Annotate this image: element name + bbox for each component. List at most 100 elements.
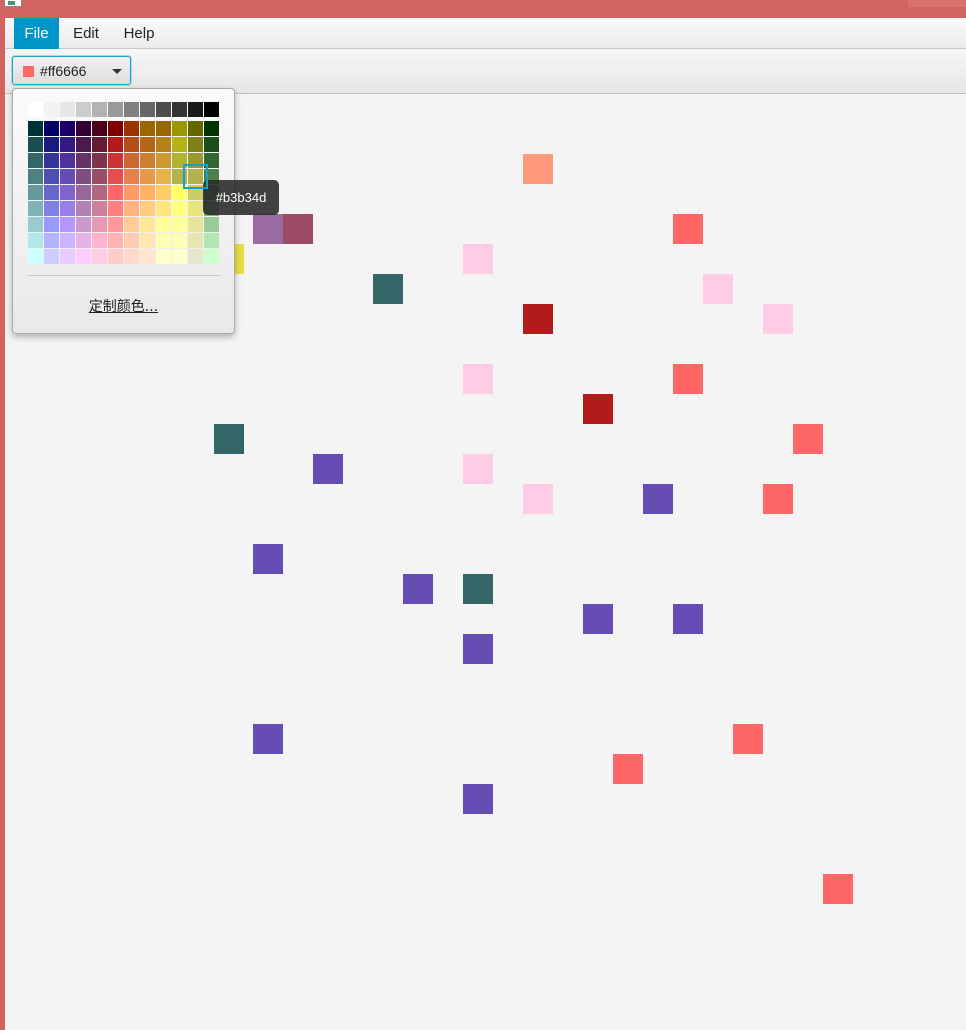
- palette-color-cell[interactable]: [44, 137, 59, 152]
- palette-color-cell[interactable]: [108, 137, 123, 152]
- palette-color-cell[interactable]: [28, 169, 43, 184]
- palette-color-cell[interactable]: [188, 185, 203, 200]
- palette-color-cell[interactable]: [188, 153, 203, 168]
- palette-color-cell[interactable]: [76, 137, 91, 152]
- palette-color-cell[interactable]: [92, 185, 107, 200]
- palette-color-cell[interactable]: [156, 249, 171, 264]
- palette-color-cell[interactable]: [156, 201, 171, 216]
- palette-color-cell[interactable]: [204, 102, 219, 117]
- palette-color-cell[interactable]: [44, 102, 59, 117]
- palette-color-cell[interactable]: [188, 121, 203, 136]
- custom-color-link[interactable]: 定制颜色...: [13, 296, 234, 316]
- palette-color-cell[interactable]: [172, 233, 187, 248]
- palette-color-cell[interactable]: [108, 217, 123, 232]
- palette-color-cell[interactable]: [204, 233, 219, 248]
- palette-color-cell[interactable]: [172, 217, 187, 232]
- palette-color-cell[interactable]: [76, 102, 91, 117]
- palette-color-cell[interactable]: [44, 185, 59, 200]
- palette-color-cell[interactable]: [140, 201, 155, 216]
- palette-color-cell[interactable]: [124, 233, 139, 248]
- palette-color-cell[interactable]: [124, 249, 139, 264]
- palette-color-cell[interactable]: [204, 121, 219, 136]
- palette-color-cell[interactable]: [44, 249, 59, 264]
- palette-color-cell[interactable]: [44, 121, 59, 136]
- palette-color-cell[interactable]: [76, 185, 91, 200]
- palette-color-cell[interactable]: [172, 102, 187, 117]
- menu-file[interactable]: File: [14, 18, 59, 49]
- palette-color-cell[interactable]: [188, 201, 203, 216]
- palette-color-cell[interactable]: [172, 153, 187, 168]
- palette-color-cell[interactable]: [140, 249, 155, 264]
- palette-color-cell[interactable]: [92, 233, 107, 248]
- palette-color-cell[interactable]: [156, 185, 171, 200]
- palette-color-cell[interactable]: [183, 164, 208, 189]
- color-picker-button[interactable]: #ff6666: [12, 56, 131, 85]
- palette-color-cell[interactable]: [60, 249, 75, 264]
- palette-color-cell[interactable]: [92, 249, 107, 264]
- palette-color-cell[interactable]: [124, 217, 139, 232]
- palette-color-cell[interactable]: [124, 102, 139, 117]
- window-control-button[interactable]: [908, 0, 966, 7]
- palette-color-cell[interactable]: [172, 137, 187, 152]
- palette-color-cell[interactable]: [204, 249, 219, 264]
- palette-color-cell[interactable]: [124, 137, 139, 152]
- palette-color-cell[interactable]: [92, 102, 107, 117]
- palette-color-cell[interactable]: [60, 201, 75, 216]
- palette-color-cell[interactable]: [28, 137, 43, 152]
- palette-color-cell[interactable]: [108, 201, 123, 216]
- palette-color-cell[interactable]: [92, 121, 107, 136]
- palette-color-cell[interactable]: [76, 201, 91, 216]
- palette-color-cell[interactable]: [28, 201, 43, 216]
- palette-color-cell[interactable]: [140, 137, 155, 152]
- palette-color-cell[interactable]: [28, 233, 43, 248]
- palette-color-cell[interactable]: [44, 153, 59, 168]
- palette-color-cell[interactable]: [156, 137, 171, 152]
- palette-color-cell[interactable]: [172, 185, 187, 200]
- palette-color-cell[interactable]: [28, 217, 43, 232]
- palette-color-cell[interactable]: [28, 249, 43, 264]
- palette-color-cell[interactable]: [156, 169, 171, 184]
- palette-color-cell[interactable]: [60, 102, 75, 117]
- palette-color-cell[interactable]: [108, 233, 123, 248]
- palette-color-cell[interactable]: [140, 169, 155, 184]
- palette-color-cell[interactable]: [188, 217, 203, 232]
- palette-color-cell[interactable]: [60, 217, 75, 232]
- palette-color-cell[interactable]: [124, 201, 139, 216]
- palette-color-cell[interactable]: [108, 185, 123, 200]
- palette-color-cell[interactable]: [156, 121, 171, 136]
- palette-color-cell[interactable]: [124, 169, 139, 184]
- palette-color-cell[interactable]: [156, 153, 171, 168]
- menu-help[interactable]: Help: [116, 18, 162, 49]
- palette-color-cell[interactable]: [44, 169, 59, 184]
- palette-color-cell[interactable]: [28, 121, 43, 136]
- palette-color-cell[interactable]: [92, 169, 107, 184]
- palette-color-cell[interactable]: [156, 102, 171, 117]
- menu-edit[interactable]: Edit: [65, 18, 107, 49]
- palette-color-cell[interactable]: [204, 153, 219, 168]
- palette-color-cell[interactable]: [140, 217, 155, 232]
- palette-color-cell[interactable]: [60, 153, 75, 168]
- palette-color-cell[interactable]: [188, 137, 203, 152]
- palette-color-cell[interactable]: [188, 249, 203, 264]
- palette-color-cell[interactable]: [60, 121, 75, 136]
- palette-color-cell[interactable]: [76, 153, 91, 168]
- palette-color-cell[interactable]: [60, 233, 75, 248]
- palette-color-cell[interactable]: [28, 153, 43, 168]
- palette-color-cell[interactable]: [172, 201, 187, 216]
- palette-color-cell[interactable]: [140, 185, 155, 200]
- palette-color-cell[interactable]: [76, 217, 91, 232]
- palette-color-cell[interactable]: [76, 233, 91, 248]
- palette-color-cell[interactable]: [140, 153, 155, 168]
- palette-color-cell[interactable]: [44, 233, 59, 248]
- palette-color-cell[interactable]: [204, 137, 219, 152]
- palette-color-cell[interactable]: [140, 121, 155, 136]
- palette-color-cell[interactable]: [140, 233, 155, 248]
- palette-color-cell[interactable]: [76, 169, 91, 184]
- palette-color-cell[interactable]: [60, 169, 75, 184]
- palette-color-cell[interactable]: [92, 137, 107, 152]
- palette-color-cell[interactable]: [188, 102, 203, 117]
- palette-color-cell[interactable]: [76, 121, 91, 136]
- palette-color-cell[interactable]: [124, 121, 139, 136]
- palette-color-cell[interactable]: [108, 121, 123, 136]
- palette-color-cell[interactable]: [140, 102, 155, 117]
